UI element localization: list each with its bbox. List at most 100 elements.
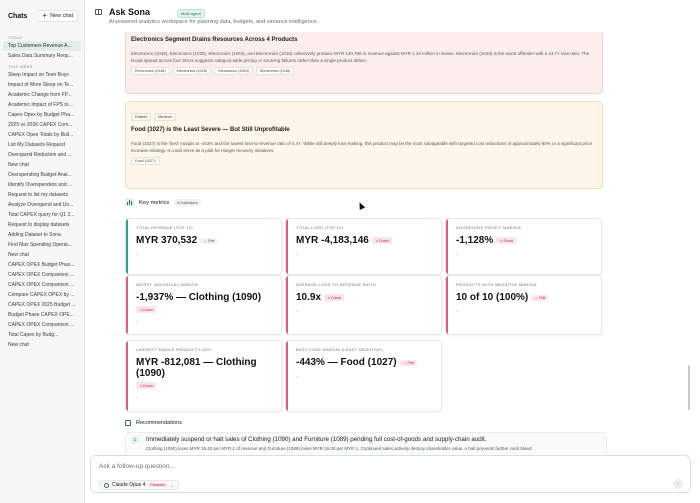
sidebar-chat-item[interactable]: Find Max Spending Operat... [0,240,84,250]
follow-up-input[interactable] [99,463,659,470]
sidebar-chat-item[interactable]: Adding Dataset to Sona [0,230,84,240]
insight-tags: Food (1027) [131,157,597,165]
entity-tag: Electronics (1025) [172,67,212,75]
entity-tag: Electronics (1063) [214,67,253,75]
metric-footer: - [136,395,138,401]
trend-badge: ↘ Down [496,237,517,244]
section-today: TODAY [8,35,23,40]
sidebar-chat-item[interactable]: Sleep Impact on Teen Boys [0,70,84,80]
sidebar-chat-item[interactable]: Top Customers Revenue A... [3,41,81,51]
sidebar-chat-item[interactable]: New chat [0,160,84,170]
sidebar-chat-item[interactable]: CAPEX OPEX Budget Phas... [0,260,84,270]
metric-label: BEST-CASE MARGIN (LEAST NEGATIVE) [296,347,383,352]
recommendation-text: Immediately suspend or halt sales of Clo… [146,436,487,443]
sidebar-chat-item[interactable]: Request to list my datasets [0,190,84,200]
new-chat-label: New chat [50,13,73,19]
metric-value-row: MYR -812,081 — Clothing (1090) ↘ Down [136,357,273,389]
sidebar-chat-item[interactable]: Analyze Overspend and Un... [0,200,84,210]
metric-value: 10.9x [296,292,322,303]
metric-card: TOTAL LOSS (TOP 10) MYR -4,183,146 ↘ Down - [285,218,442,275]
checklist-icon [125,420,131,426]
insight-description: Food (1027) is the 'best' margin at -443… [131,141,593,153]
trend-badge: → Flat [399,359,417,366]
sidebar-chat-item[interactable]: Budget Phase CAPEX OPE... [0,310,84,320]
trend-badge: ↘ Down [136,306,156,313]
sidebar-chat-item[interactable]: Overspend Reduction and ... [0,150,84,160]
metric-card: TOTAL REVENUE (TOP 10) MYR 370,532 → Flat - [125,218,282,275]
page-header: Ask Sona Multi-agent AI-powered analytic… [85,0,700,32]
trend-label: Down [503,239,514,243]
metric-value: -1,937% — Clothing (1090) [136,292,262,303]
sidebar-chat-item[interactable]: CAPEX OPEX Comparison ... [0,270,84,280]
metric-card: AVERAGE LOSS-TO-REVENUE RATIO 10.9x ↘ Down… [285,275,442,335]
sidebar-chat-item[interactable]: Capex Opex by Budget Pha... [0,110,84,120]
entity-tag: Electronics (1048) [131,67,170,75]
sidebar-chat-item[interactable]: Total Capex by Budg... [0,330,84,340]
entity-tag: Food (1027) [131,157,160,165]
model-tier-badge: Powerful [148,483,168,487]
sidebar-chat-item[interactable]: Request to display datasets [0,220,84,230]
metric-value-row: -1,128% ↘ Down [456,235,593,246]
sidebar-chat-item[interactable]: CAPEX OPEX Comparison ... [0,320,84,330]
sidebar-chat-item[interactable]: CAPEX OPEX 2025 Budget ... [0,300,84,310]
insight-classification-tags: Pattern Medium [131,113,597,121]
metric-card: BEST-CASE MARGIN (LEAST NEGATIVE) -443% —… [285,340,442,412]
trend-badge: ↘ Down [136,382,156,389]
metric-footer: - [296,252,298,258]
chat-list: Sleep Impact on Teen Boys Impact of More … [0,70,84,350]
metric-value: MYR 370,532 [136,235,198,246]
metric-value-row: 10 of 10 (100%) → Flat [456,292,593,303]
conversation-panel: Electronics Segment Drains Resources Acr… [112,32,609,454]
send-button[interactable]: ↑ [673,479,683,489]
key-metrics-header: Key metrics 8 indicators [125,198,201,207]
metric-footer: - [296,309,298,315]
type-tag: Pattern [131,113,152,121]
metric-label: PRODUCTS WITH NEGATIVE MARGIN [456,282,537,287]
sidebar-chat-item[interactable]: Academic Change from FP... [0,90,84,100]
mode-badge: Multi-agent [177,9,205,18]
metric-footer: - [456,252,458,258]
bar-chart-icon [125,198,134,207]
metric-value: -1,128% [456,235,494,246]
recommendation-detail: Clothing (1090) loses MYR 19.40 per MYR … [146,446,532,451]
metric-value-row: 10.9x ↘ Down [296,292,433,303]
sidebar-chat-item[interactable]: New chat [0,340,84,350]
metric-value: MYR -4,183,146 [296,235,369,246]
sidebar-chat-item[interactable]: List My Datasets Request [0,140,84,150]
sidebar-chat-item[interactable]: Academic Impact of FPS to... [0,100,84,110]
metric-card: LARGEST SINGLE PRODUCT LOSS MYR -812,081 … [125,340,282,412]
metric-value: 10 of 10 (100%) [456,292,529,303]
sidebar-chat-item[interactable]: Compare CAPEX OPEX by ... [0,290,84,300]
new-chat-button[interactable]: + New chat [37,10,78,22]
sidebar-chat-item[interactable]: 2025 vs 2026 CAPEX Com... [0,120,84,130]
recommendation-number: 1 [131,436,139,444]
sidebar-chat-item[interactable]: New chat [0,250,84,260]
sidebar-chat-item[interactable]: Impact of More Sleep on Te... [0,80,84,90]
insight-description: Electronics (1048), Electronics (1025), … [131,51,590,63]
sidebar-chat-item[interactable]: Overspending Budget Anal... [0,170,84,180]
insight-card: Electronics Segment Drains Resources Acr… [125,32,603,94]
metric-label: WORST INDIVIDUAL MARGIN [136,282,199,287]
metric-footer: - [296,374,298,380]
trend-badge: ↘ Down [324,294,344,301]
sidebar-chat-item[interactable]: Sales Data Summary Requ... [0,51,84,61]
model-selector[interactable]: Claude Opus 4 Powerful ⌄ [99,480,179,490]
key-metrics-title: Key metrics [139,199,170,206]
section-this-week: THIS WEEK [8,64,33,69]
toggle-sidebar-icon[interactable] [95,9,102,15]
recommendations-header: Recommendations [125,420,182,426]
sidebar-chat-item[interactable]: CAPEX OPEX Comparison ... [0,280,84,290]
sidebar-chat-item[interactable]: Identify Overspenders and ... [0,180,84,190]
sidebar-chat-item[interactable]: Total CAPEX query for Q1 2... [0,210,84,220]
sidebar-chat-item[interactable]: CAPEX Opex Totals by Buil... [0,130,84,140]
metric-label: LARGEST SINGLE PRODUCT LOSS [136,347,212,352]
page-subtitle: AI-powered analytics workspace for plann… [109,19,319,25]
metric-value-row: MYR 370,532 → Flat [136,235,273,246]
scrollbar-thumb[interactable] [688,365,690,410]
indicator-count-badge: 8 indicators [174,199,201,206]
recommendation-item: 1 Immediately suspend or halt sales of C… [125,432,607,454]
composer: Claude Opus 4 Powerful ⌄ ↑ [90,455,691,493]
trend-badge: → Flat [200,237,218,244]
entity-tag: Electronics (1016) [255,67,295,75]
metric-footer: - [136,252,138,258]
